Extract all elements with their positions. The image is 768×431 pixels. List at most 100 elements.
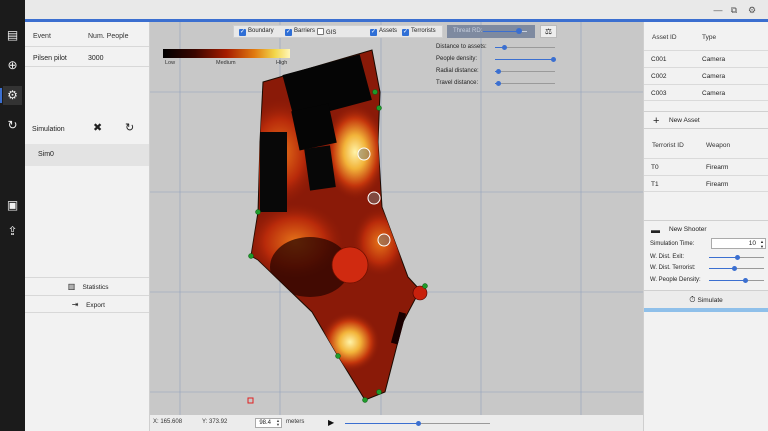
sim-param-fill xyxy=(709,280,745,281)
param-slider[interactable] xyxy=(495,69,555,74)
cursor-marker xyxy=(247,397,254,404)
boundary-vertex[interactable] xyxy=(335,353,341,359)
param-slider[interactable] xyxy=(495,45,555,50)
boundary-vertex[interactable] xyxy=(422,283,428,289)
simulate-button[interactable]: ⏱ Simulate xyxy=(644,290,768,308)
terrorist-row[interactable]: T0 Firearm xyxy=(644,158,768,175)
camera-asset[interactable] xyxy=(367,191,381,205)
unit-label: meters xyxy=(286,419,305,425)
new-shooter-label: New Shooter xyxy=(669,226,707,233)
divider xyxy=(25,46,149,47)
sim-param-slider[interactable] xyxy=(709,278,764,283)
boundary-vertex[interactable] xyxy=(255,209,261,215)
check-icon: ✓ xyxy=(239,29,246,36)
scale-value: 98.4 xyxy=(259,420,271,426)
sim-param-slider[interactable] xyxy=(709,266,764,271)
sim-param-handle[interactable] xyxy=(731,266,737,271)
param-slider-handle[interactable] xyxy=(502,45,507,50)
boundary-vertex[interactable] xyxy=(372,89,378,95)
play-icon[interactable]: ▶ xyxy=(328,418,334,427)
spin-arrows-icon[interactable]: ▲ ▼ xyxy=(276,419,280,427)
tools-icon[interactable]: ✖ xyxy=(93,121,102,134)
terrorist-weapon-header: Weapon xyxy=(706,142,731,149)
check-icon: ✓ xyxy=(370,29,377,36)
restore-icon[interactable]: ⧉ xyxy=(728,4,740,16)
boundary-vertex[interactable] xyxy=(362,397,368,403)
gis-checkbox[interactable]: GIS xyxy=(317,28,336,36)
map-view[interactable]: Low Medium High ✓ Boundary ✓ Barriers GIS … xyxy=(150,22,643,415)
asset-row[interactable]: C001 Camera xyxy=(644,50,768,67)
boundary-vertex[interactable] xyxy=(376,105,382,111)
terrorist-id: T0 xyxy=(651,164,659,171)
gear-icon[interactable]: ⚙ xyxy=(0,86,22,105)
param-slider[interactable] xyxy=(495,57,557,62)
terrorist-row[interactable]: T1 Firearm xyxy=(644,175,768,192)
camera-asset[interactable] xyxy=(377,233,391,247)
sim-param-handle[interactable] xyxy=(734,255,740,260)
event-name[interactable]: Pilsen pilot xyxy=(33,55,67,62)
timeline-fill xyxy=(345,423,418,424)
asset-id: C003 xyxy=(651,90,667,97)
asset-type: Camera xyxy=(702,56,726,63)
camera-asset[interactable] xyxy=(357,147,371,161)
asset-id-header: Asset ID xyxy=(652,34,677,41)
zone-marker[interactable] xyxy=(331,246,369,284)
bar-chart-icon: ▥ xyxy=(67,282,76,291)
threat-rd-control[interactable]: Threat RD: xyxy=(447,25,535,38)
balance-scale-icon[interactable]: ⚖ xyxy=(540,25,557,38)
export-button[interactable]: ⇥ Export xyxy=(25,295,149,313)
new-shooter-button[interactable]: ▬ New Shooter xyxy=(644,220,768,238)
asset-row[interactable]: C002 Camera xyxy=(644,67,768,84)
export-label: Export xyxy=(86,302,105,309)
terrorists-checkbox[interactable]: ✓ Terrorists xyxy=(402,28,436,36)
map-icon[interactable]: ▤ xyxy=(3,26,22,45)
minimize-icon[interactable]: — xyxy=(712,4,724,16)
statistics-button[interactable]: ▥ Statistics xyxy=(25,277,149,295)
simulation-item-label: Sim0 xyxy=(38,151,54,158)
simulation-time-spinbox[interactable]: 10 ▲ ▼ xyxy=(711,238,766,249)
map-canvas[interactable] xyxy=(150,22,643,415)
heatmap-legend-bar xyxy=(163,49,290,58)
param-label: Travel distance: xyxy=(436,80,479,86)
asset-row[interactable]: C003 Camera xyxy=(644,84,768,101)
boundary-vertex[interactable] xyxy=(376,389,382,395)
threat-slider-handle[interactable] xyxy=(516,28,523,34)
scale-spinbox[interactable]: 98.4 ▲ ▼ xyxy=(255,418,282,428)
unchecked-box-icon xyxy=(317,28,324,35)
events-panel: Event Num. People Pilsen pilot 3000 Simu… xyxy=(25,22,150,431)
simulation-item[interactable]: Sim0 xyxy=(25,144,149,166)
param-slider[interactable] xyxy=(495,81,555,86)
barriers-checkbox[interactable]: ✓ Barriers xyxy=(285,28,315,36)
legend-high: High xyxy=(276,60,288,66)
terrorist-id-header: Terrorist ID xyxy=(652,142,684,149)
sim-param-label: W. People Density: xyxy=(650,277,701,283)
assets-checkbox[interactable]: ✓ Assets xyxy=(370,28,397,36)
timeline-slider[interactable] xyxy=(345,421,490,426)
save-icon[interactable]: ▣ xyxy=(3,196,22,215)
add-location-icon[interactable]: ⊕ xyxy=(3,56,22,75)
timeline-handle[interactable] xyxy=(415,421,421,426)
new-asset-button[interactable]: + New Asset xyxy=(644,111,768,129)
settings-gear-icon[interactable]: ⚙ xyxy=(746,4,758,16)
y-coordinate: Y: 373.92 xyxy=(202,419,228,425)
sim-param-slider[interactable] xyxy=(709,255,764,260)
simulation-time-value: 10 xyxy=(748,240,756,247)
upload-icon[interactable]: ⇪ xyxy=(3,222,22,241)
boundary-checkbox[interactable]: ✓ Boundary xyxy=(239,28,274,36)
barriers-label: Barriers xyxy=(294,28,316,34)
param-label: Distance to assets: xyxy=(436,44,487,50)
sim-param-fill xyxy=(709,268,734,269)
sim-param-handle[interactable] xyxy=(742,278,748,283)
check-icon: ✓ xyxy=(402,29,409,36)
sim-param-label: W. Dist. Exit: xyxy=(650,254,685,260)
rerun-icon[interactable]: ↻ xyxy=(125,121,134,134)
spin-arrows-icon[interactable]: ▲ ▼ xyxy=(760,239,764,249)
param-slider-handle[interactable] xyxy=(496,81,501,86)
simulation-time-label: Simulation Time: xyxy=(650,241,695,247)
param-slider-handle[interactable] xyxy=(496,69,501,74)
event-people[interactable]: 3000 xyxy=(88,55,104,62)
terrorist-weapon: Firearm xyxy=(706,164,729,171)
assets-panel: Asset ID Type C001 Camera C002 Camera C003… xyxy=(643,22,768,431)
refresh-icon[interactable]: ↻ xyxy=(3,116,22,135)
boundary-vertex[interactable] xyxy=(248,253,254,259)
